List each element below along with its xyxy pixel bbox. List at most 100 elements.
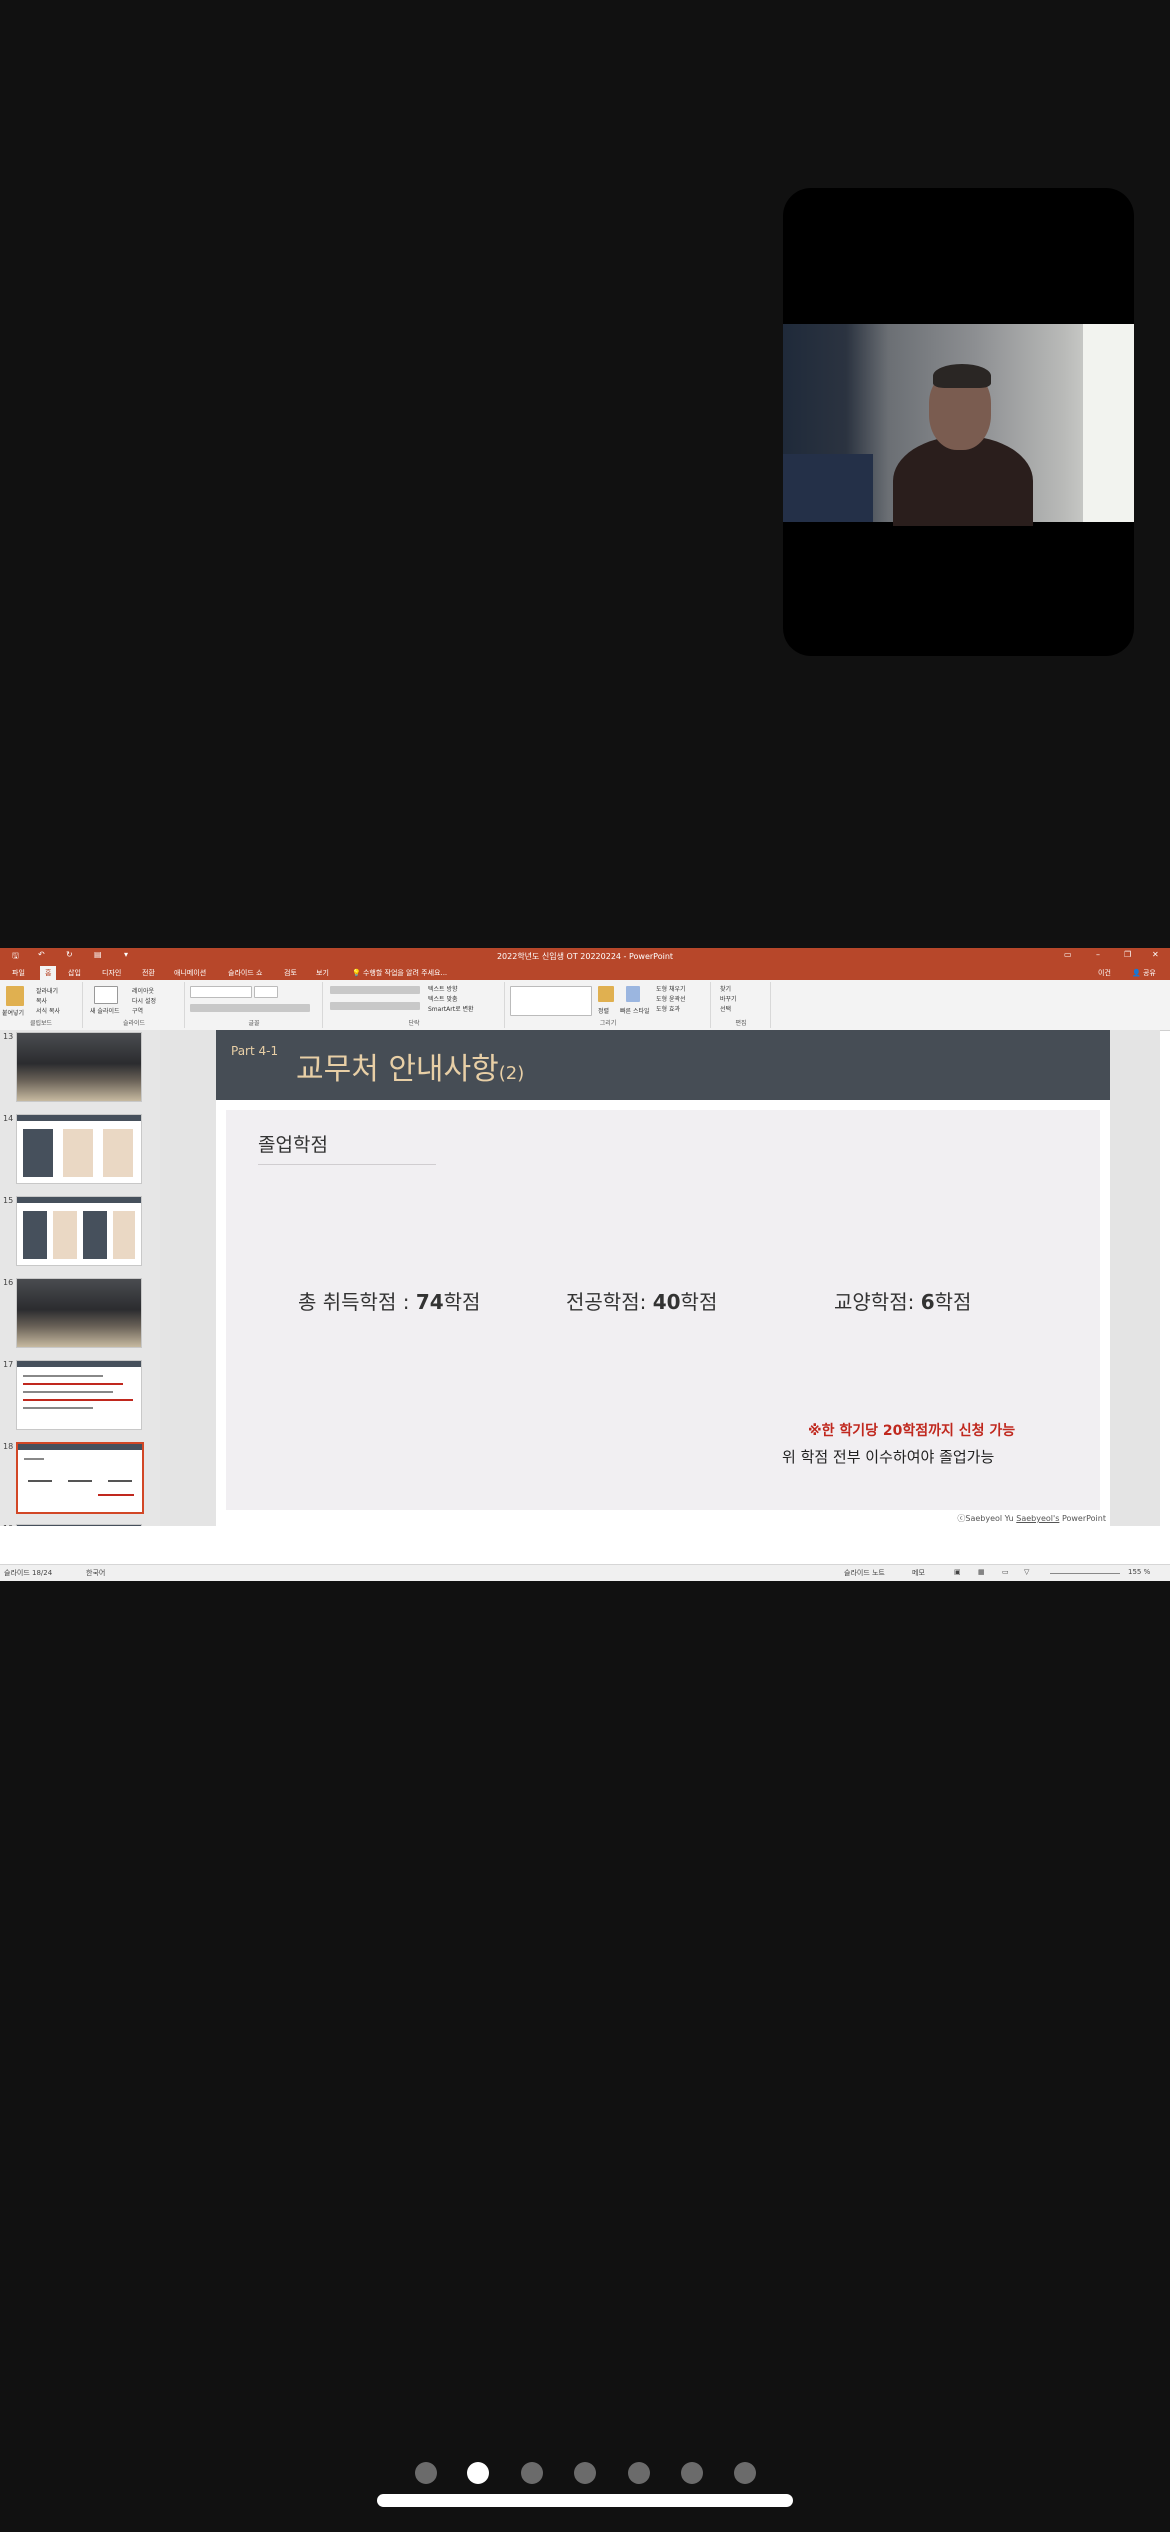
close-button[interactable]: ✕ (1152, 950, 1159, 959)
window-background (1083, 324, 1134, 522)
zoom-level[interactable]: 155 % (1128, 1568, 1150, 1576)
editing-group: 찾기 바꾸기 선택 편집 (712, 982, 771, 1028)
font-group: 글꼴 (186, 982, 323, 1028)
normal-view-icon[interactable]: ▣ (954, 1568, 961, 1576)
current-slide[interactable]: Part 4-1 교무처 안내사항(2) 졸업학점 총 취득학점 : 74학점 … (216, 1030, 1110, 1530)
shape-fill-button[interactable]: 도형 채우기 (656, 984, 686, 993)
page-dot[interactable] (574, 2462, 596, 2484)
comments-button[interactable]: 메모 (912, 1568, 925, 1578)
slideshow-view-icon[interactable]: ▽ (1024, 1568, 1029, 1576)
thumb-number: 15 (3, 1196, 14, 1205)
format-painter-button[interactable]: 서식 복사 (36, 1006, 60, 1015)
window-title: 2022학년도 신입생 OT 20220224 - PowerPoint (496, 952, 674, 961)
slide-thumbnail[interactable] (16, 1360, 142, 1430)
layout-button[interactable]: 레이아웃 (132, 986, 154, 995)
section-divider (258, 1164, 436, 1165)
paragraph-group: 텍스트 방향 텍스트 맞춤 SmartArt로 변환 단락 (324, 982, 505, 1028)
participant-video-tile[interactable] (783, 188, 1134, 656)
find-button[interactable]: 찾기 (720, 984, 731, 993)
quick-styles-label[interactable]: 빠른 스타일 (620, 1006, 650, 1015)
quick-styles-icon[interactable] (626, 986, 640, 1002)
bookshelf-background (783, 454, 873, 522)
slide-title-sub: (2) (498, 1063, 525, 1084)
font-group-label: 글꼴 (248, 1020, 260, 1027)
slide-content-box: 졸업학점 총 취득학점 : 74학점 전공학점: 40학점 교양학점: 6학점 … (226, 1110, 1100, 1510)
select-button[interactable]: 선택 (720, 1004, 731, 1013)
align-text-button[interactable]: 텍스트 맞춤 (428, 994, 458, 1003)
page-dot[interactable] (628, 2462, 650, 2484)
slide-thumbnail[interactable] (16, 1278, 142, 1348)
clipboard-group-label: 클립보드 (29, 1020, 53, 1027)
tab-animations[interactable]: 애니메이션 (174, 968, 206, 978)
copyright-suffix: PowerPoint (1061, 1514, 1106, 1523)
restore-button[interactable]: ❐ (1124, 950, 1131, 959)
slide-thumbnail[interactable] (16, 1114, 142, 1184)
ribbon-display-options-icon[interactable]: ▭ (1064, 950, 1072, 959)
notes-button[interactable]: 슬라이드 노트 (844, 1568, 885, 1578)
ribbon-tabs: 파일 홈 삽입 디자인 전환 애니메이션 슬라이드 쇼 검토 보기 💡 수행할 … (0, 964, 1170, 980)
paste-label[interactable]: 붙여넣기 (2, 1008, 24, 1017)
credit-label: 교양학점: (834, 1290, 921, 1314)
lightbulb-icon: 💡 (352, 969, 361, 977)
new-slide-icon[interactable] (94, 986, 118, 1004)
zoom-slider[interactable] (1050, 1573, 1120, 1574)
page-dot-active[interactable] (467, 2462, 489, 2484)
slide-thumbnail[interactable] (16, 1524, 142, 1526)
shape-outline-button[interactable]: 도형 윤곽선 (656, 994, 686, 1003)
home-indicator[interactable] (377, 2494, 793, 2507)
copy-button[interactable]: 복사 (36, 996, 47, 1005)
tab-insert[interactable]: 삽입 (68, 968, 81, 978)
shapes-gallery[interactable] (510, 986, 592, 1016)
font-size-box[interactable] (254, 986, 278, 998)
tab-home[interactable]: 홈 (40, 966, 57, 980)
font-format-buttons[interactable] (190, 1004, 310, 1012)
page-dot[interactable] (415, 2462, 437, 2484)
reset-button[interactable]: 다시 설정 (132, 996, 156, 1005)
page-dot[interactable] (521, 2462, 543, 2484)
replace-button[interactable]: 바꾸기 (720, 994, 737, 1003)
text-direction-button[interactable]: 텍스트 방향 (428, 984, 458, 993)
tab-review[interactable]: 검토 (284, 968, 297, 978)
credit-label: 전공학점: (566, 1290, 653, 1314)
section-button[interactable]: 구역 (132, 1006, 143, 1015)
new-slide-label[interactable]: 새 슬라이드 (90, 1006, 120, 1015)
shape-effects-button[interactable]: 도형 효과 (656, 1004, 680, 1013)
smartart-button[interactable]: SmartArt로 변환 (428, 1004, 474, 1013)
credit-unit: 학점 (443, 1290, 481, 1314)
account-name[interactable]: 이건 (1098, 968, 1111, 978)
cut-button[interactable]: 잘라내기 (36, 986, 58, 995)
tab-file[interactable]: 파일 (12, 968, 25, 978)
slide-title: 교무처 안내사항(2) (296, 1044, 524, 1088)
slides-group-label: 슬라이드 (122, 1020, 146, 1027)
language-indicator[interactable]: 한국어 (86, 1568, 105, 1578)
editing-group-label: 편집 (735, 1020, 747, 1027)
font-name-box[interactable] (190, 986, 252, 998)
page-dot[interactable] (734, 2462, 756, 2484)
arrange-icon[interactable] (598, 986, 614, 1002)
tab-transitions[interactable]: 전환 (142, 968, 155, 978)
alignment-buttons[interactable] (330, 1002, 420, 1010)
tell-me-search[interactable]: 💡 수행할 작업을 알려 주세요... (352, 968, 447, 978)
share-label: 공유 (1142, 969, 1156, 977)
slide-sorter-icon[interactable]: ▦ (978, 1568, 985, 1576)
tab-view[interactable]: 보기 (316, 968, 329, 978)
slide-thumbnails-panel: 13 14 15 16 17 18 (0, 1030, 160, 1526)
tab-design[interactable]: 디자인 (102, 968, 121, 978)
title-bar: 🖫 ↶ ↻ ▤ ▾ 2022학년도 신입생 OT 20220224 - Powe… (0, 948, 1170, 964)
slide-counter: 슬라이드 18/24 (4, 1569, 53, 1577)
thumb-number: 19 (3, 1524, 13, 1526)
paste-icon[interactable] (6, 986, 24, 1006)
share-button[interactable]: 👤 공유 (1132, 968, 1156, 978)
drawing-group: 정렬 빠른 스타일 도형 채우기 도형 윤곽선 도형 효과 그리기 (506, 982, 711, 1028)
reading-view-icon[interactable]: ▭ (1002, 1568, 1009, 1576)
slide-thumbnail[interactable] (16, 1196, 142, 1266)
minimize-button[interactable]: – (1096, 950, 1100, 959)
copyright-link[interactable]: Saebyeol's (1016, 1514, 1059, 1523)
participant-video-frame (783, 324, 1134, 526)
slide-thumbnail[interactable] (16, 1032, 142, 1102)
page-dot[interactable] (681, 2462, 703, 2484)
arrange-label[interactable]: 정렬 (598, 1006, 609, 1015)
list-buttons[interactable] (330, 986, 420, 994)
tab-slideshow[interactable]: 슬라이드 쇼 (228, 968, 262, 978)
slide-thumbnail-selected[interactable] (16, 1442, 144, 1514)
